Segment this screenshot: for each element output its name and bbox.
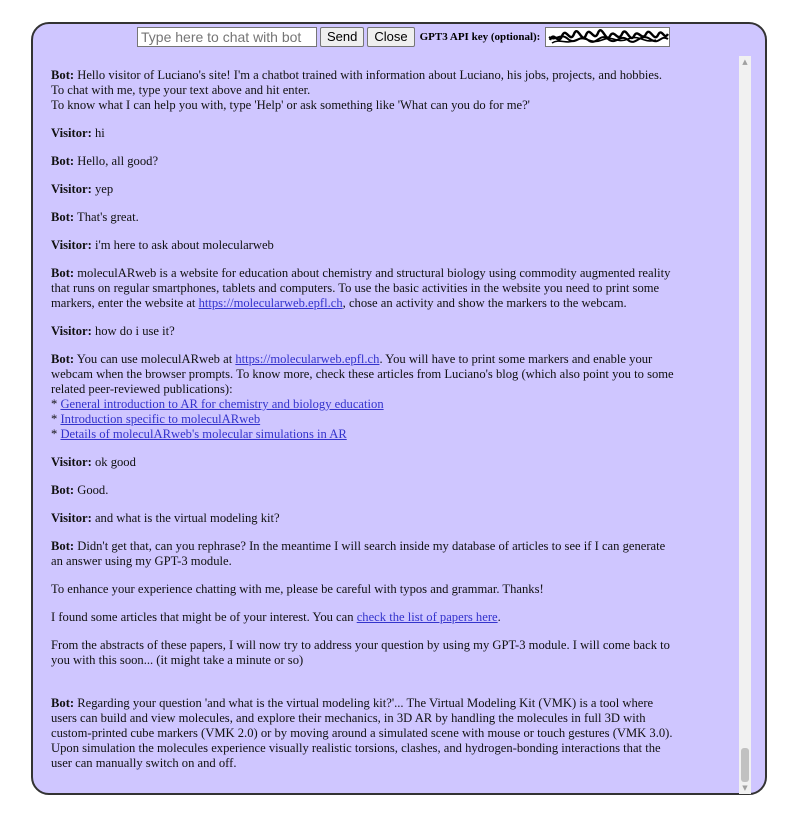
chat-message: Visitor: how do i use it? (51, 324, 676, 339)
papers-list-link[interactable]: check the list of papers here (357, 610, 498, 624)
message-text: and what is the virtual modeling kit? (91, 511, 280, 525)
triangle-up-icon[interactable]: ▲ (739, 56, 751, 68)
speaker-label: Bot: (51, 210, 75, 224)
speaker-label: Visitor: (51, 324, 92, 338)
chat-message: Bot: That's great. (51, 210, 676, 225)
chat-message: Bot: Didn't get that, can you rephrase? … (51, 539, 676, 569)
speaker-label: Bot: (51, 68, 75, 82)
chat-message: Bot: Hello visitor of Luciano's site! I'… (51, 68, 676, 113)
chat-message: Visitor: yep (51, 182, 676, 197)
message-text: . (497, 610, 501, 624)
message-text: yep (91, 182, 114, 196)
speaker-label: Bot: (51, 539, 75, 553)
chat-toolbar: Send Close GPT3 API key (optional): (137, 24, 671, 50)
message-text: , chose an activity and show the markers… (342, 296, 627, 310)
message-text: That's great. (74, 210, 139, 224)
message-text: how do i use it? (91, 324, 175, 338)
speaker-label: Visitor: (51, 182, 92, 196)
speaker-label: Bot: (51, 352, 75, 366)
message-text: To enhance your experience chatting with… (51, 582, 544, 596)
chat-log: Bot: Hello visitor of Luciano's site! I'… (51, 68, 676, 788)
speaker-label: Visitor: (51, 238, 92, 252)
molecularweb-link[interactable]: https://molecularweb.epfl.ch (199, 296, 343, 310)
chat-message: Bot: Hello, all good? (51, 154, 676, 169)
chat-message: Visitor: hi (51, 126, 676, 141)
chat-message: Bot: Regarding your question 'and what i… (51, 696, 676, 771)
message-text: Hello, all good? (74, 154, 159, 168)
message-text: I found some articles that might be of y… (51, 610, 357, 624)
message-text: You can use moleculARweb at (74, 352, 236, 366)
message-text: hi (91, 126, 105, 140)
message-text: Good. (74, 483, 109, 497)
chat-message: Visitor: i'm here to ask about molecular… (51, 238, 676, 253)
api-key-label: GPT3 API key (optional): (419, 31, 541, 43)
speaker-label: Bot: (51, 483, 75, 497)
molecularweb-link[interactable]: https://molecularweb.epfl.ch (235, 352, 379, 366)
chat-message: From the abstracts of these papers, I wi… (51, 638, 676, 668)
message-text: i'm here to ask about molecularweb (91, 238, 274, 252)
send-button[interactable]: Send (320, 27, 365, 47)
chat-message: Visitor: ok good (51, 455, 676, 470)
article-link-ar-education[interactable]: General introduction to AR for chemistry… (60, 397, 383, 411)
chat-input[interactable] (137, 27, 317, 47)
chat-message: Bot: You can use moleculARweb at https:/… (51, 352, 676, 442)
redaction-scribble (548, 29, 670, 44)
speaker-label: Visitor: (51, 455, 92, 469)
scrollbar-thumb[interactable] (741, 748, 749, 782)
message-text: To know what I can help you with, type '… (51, 98, 530, 112)
speaker-label: Bot: (51, 154, 75, 168)
speaker-label: Visitor: (51, 511, 92, 525)
speaker-label: Bot: (51, 266, 75, 280)
close-button[interactable]: Close (367, 27, 415, 47)
chatbot-panel: Send Close GPT3 API key (optional): Bot:… (31, 22, 767, 795)
chat-message: To enhance your experience chatting with… (51, 582, 676, 597)
article-link-molecularweb-intro[interactable]: Introduction specific to moleculARweb (60, 412, 260, 426)
chat-message: Visitor: and what is the virtual modelin… (51, 511, 676, 526)
speaker-label: Bot: (51, 696, 75, 710)
speaker-label: Visitor: (51, 126, 92, 140)
message-text: Didn't get that, can you rephrase? In th… (51, 539, 666, 568)
triangle-down-icon[interactable]: ▼ (739, 782, 751, 794)
chat-message: Bot: Good. (51, 483, 676, 498)
message-text: From the abstracts of these papers, I wi… (51, 638, 670, 667)
chat-message: Bot: moleculARweb is a website for educa… (51, 266, 676, 311)
message-text: Hello visitor of Luciano's site! I'm a c… (51, 68, 663, 97)
message-text: Regarding your question 'and what is the… (51, 696, 673, 770)
chat-scrollbar[interactable]: ▲ ▼ (739, 56, 751, 794)
chat-message: I found some articles that might be of y… (51, 610, 676, 625)
article-link-molecular-simulations[interactable]: Details of moleculARweb's molecular simu… (60, 427, 346, 441)
message-text: ok good (91, 455, 136, 469)
api-key-field[interactable] (545, 27, 671, 47)
